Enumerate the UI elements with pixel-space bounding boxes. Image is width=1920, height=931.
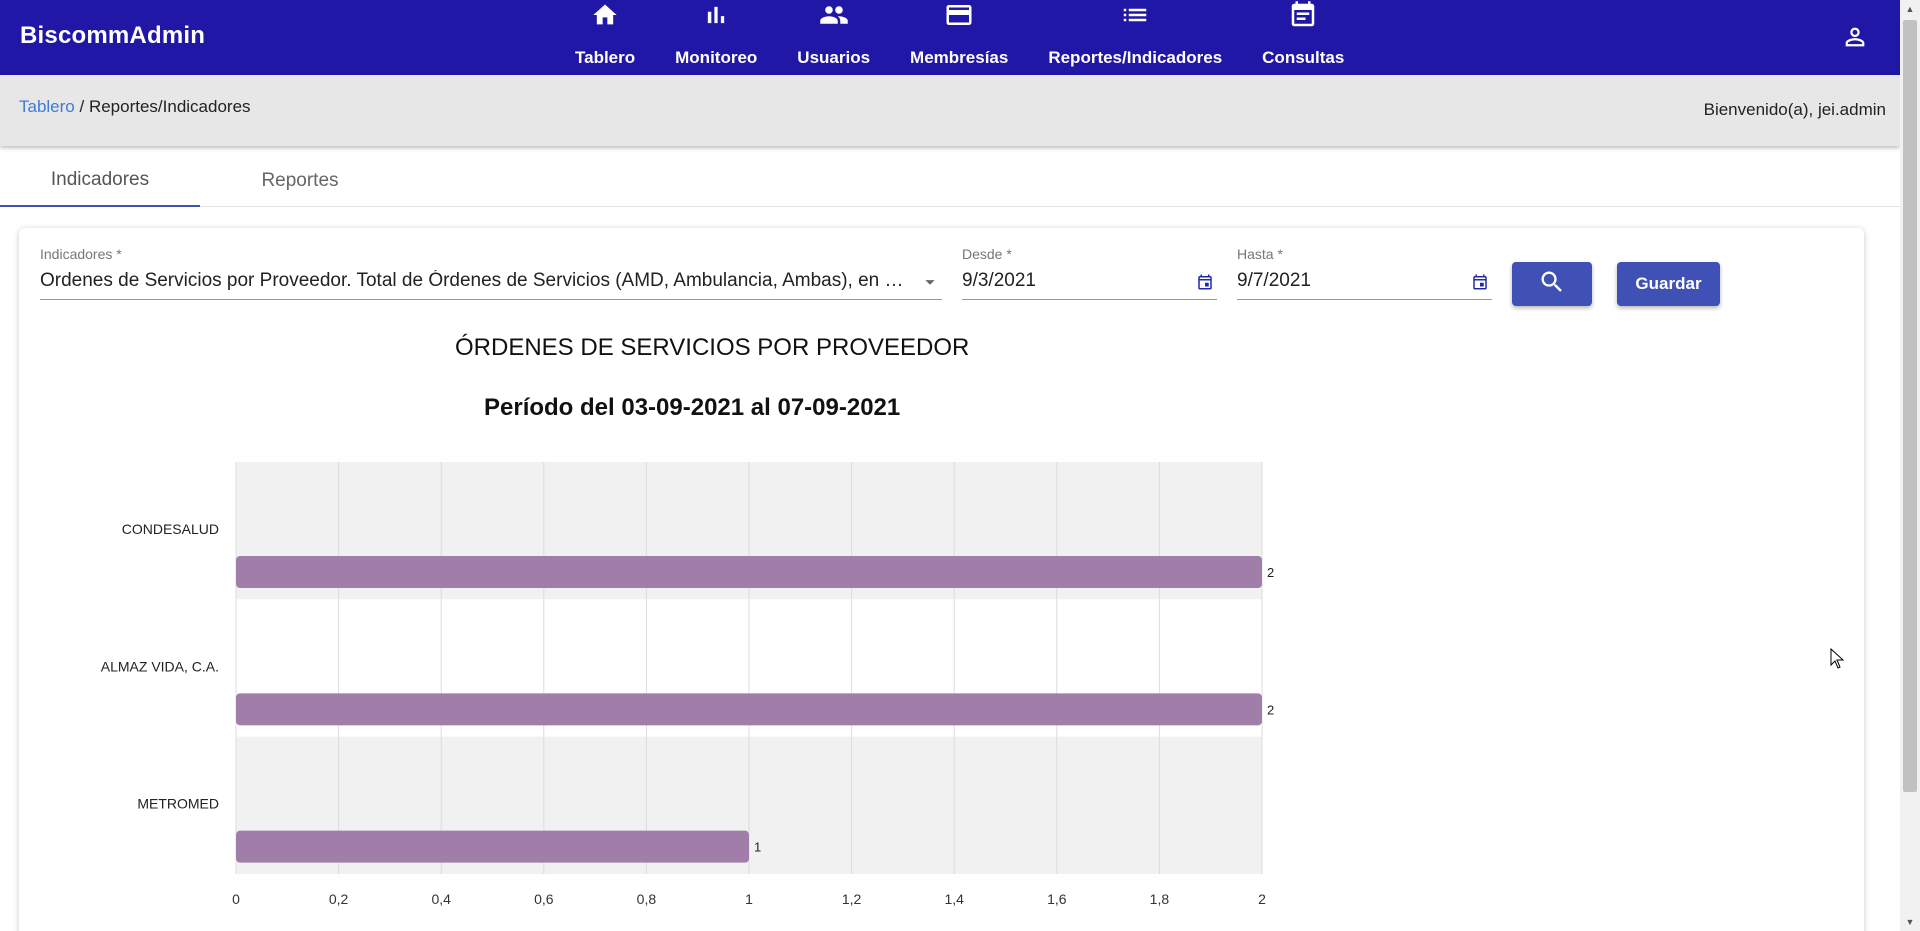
bar xyxy=(236,556,1262,588)
mouse-cursor-icon xyxy=(1830,647,1846,675)
top-app-bar: BiscommAdmin Tablero Monitoreo Usuarios … xyxy=(0,0,1900,75)
scroll-up-arrow-icon[interactable]: ▲ xyxy=(1900,0,1920,18)
home-icon xyxy=(591,0,619,30)
x-tick-label: 0,2 xyxy=(329,891,349,907)
data-label: 2 xyxy=(1267,702,1274,717)
nav-label: Monitoreo xyxy=(675,48,758,67)
scroll-down-arrow-icon[interactable]: ▼ xyxy=(1900,913,1920,931)
nav-label: Reportes/Indicadores xyxy=(1048,48,1223,67)
data-label: 1 xyxy=(754,840,761,855)
x-tick-label: 0,8 xyxy=(637,891,657,907)
scroll-thumb[interactable] xyxy=(1903,20,1917,792)
x-tick-label: 1,6 xyxy=(1047,891,1067,907)
category-label: CONDESALUD xyxy=(122,521,219,537)
welcome-text: Bienvenido(a), jei.admin xyxy=(1703,100,1886,119)
nav-reportes-indicadores[interactable]: Reportes/Indicadores xyxy=(1028,0,1242,75)
x-tick-label: 0,6 xyxy=(534,891,554,907)
breadcrumb-bar: Tablero / Reportes/Indicadores Bienvenid… xyxy=(0,75,1900,146)
nav-monitoreo[interactable]: Monitoreo xyxy=(655,0,777,75)
nav-label: Consultas xyxy=(1262,48,1345,67)
breadcrumb: Tablero / Reportes/Indicadores xyxy=(19,97,251,117)
account-icon[interactable] xyxy=(1840,22,1870,52)
x-tick-label: 0 xyxy=(232,891,240,907)
tab-indicadores[interactable]: Indicadores xyxy=(0,155,200,207)
nav-usuarios[interactable]: Usuarios xyxy=(777,0,890,75)
main-nav: Tablero Monitoreo Usuarios Membresías Re… xyxy=(555,0,1364,75)
breadcrumb-link-tablero[interactable]: Tablero xyxy=(19,97,75,116)
breadcrumb-current: Reportes/Indicadores xyxy=(88,97,251,116)
bar xyxy=(236,830,749,863)
breadcrumb-separator: / xyxy=(74,97,89,116)
nav-membresias[interactable]: Membresías xyxy=(890,0,1028,75)
tab-bar: Indicadores Reportes xyxy=(0,155,1900,207)
credit-card-icon xyxy=(944,0,974,30)
bar-chart-icon xyxy=(702,0,730,30)
indicator-card: Indicadores * Ordenes de Servicios por P… xyxy=(19,228,1864,931)
nav-label: Membresías xyxy=(910,48,1009,67)
list-icon xyxy=(1120,0,1150,30)
event-note-icon xyxy=(1288,0,1318,30)
x-tick-label: 1,8 xyxy=(1150,891,1170,907)
category-label: METROMED xyxy=(137,796,219,812)
brand-title[interactable]: BiscommAdmin xyxy=(20,22,205,50)
people-icon xyxy=(819,0,849,30)
x-tick-label: 2 xyxy=(1258,891,1266,907)
x-tick-label: 1,4 xyxy=(944,891,964,907)
x-tick-label: 1,2 xyxy=(842,891,862,907)
tab-reportes[interactable]: Reportes xyxy=(200,155,400,207)
x-tick-label: 1 xyxy=(745,891,753,907)
nav-tablero[interactable]: Tablero xyxy=(555,0,655,75)
data-label: 2 xyxy=(1267,565,1274,580)
bar-chart: 0 0,2 0,4 0,6 0,8 1 1,2 1,4 1,6 1,8 2 CONDESALUD 2 AL… xyxy=(101,462,1274,907)
bar xyxy=(236,693,1262,726)
nav-consultas[interactable]: Consultas xyxy=(1242,0,1364,75)
page-scrollbar[interactable]: ▲ ▼ xyxy=(1900,0,1920,931)
nav-label: Usuarios xyxy=(797,48,871,67)
nav-label: Tablero xyxy=(575,48,636,67)
x-tick-label: 0,4 xyxy=(431,891,451,907)
category-label: ALMAZ VIDA, C.A. xyxy=(101,658,219,674)
